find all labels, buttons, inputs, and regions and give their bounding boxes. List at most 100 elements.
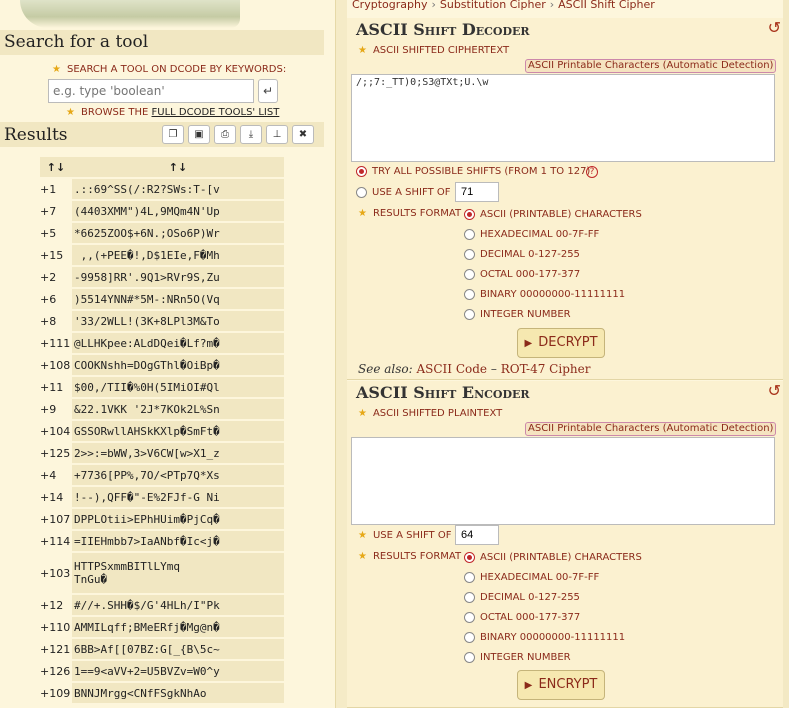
encoder-format-label: BINARY 00000000-11111111 xyxy=(480,632,626,643)
decoded-text-cell: AMMILqff;BMeERfj�Mg@n� xyxy=(72,617,284,637)
print-button[interactable]: ⎙ xyxy=(214,125,236,144)
try-all-radio[interactable] xyxy=(356,166,367,177)
decoder-title: ASCII Shift Decoder xyxy=(356,20,530,39)
decoded-text-cell: '33/2WLL!(3K+8LPl3M&To xyxy=(72,311,284,331)
decoded-text-cell: 6BB>Af[[07BZ:G[_{B\5c~ xyxy=(72,639,284,659)
table-row: +7 (4403XMM")4L,9MQm4N'Up xyxy=(40,201,284,221)
encoder-format-radio[interactable] xyxy=(464,612,475,623)
decoder-format-radio[interactable] xyxy=(464,309,475,320)
decoder-format-radio[interactable] xyxy=(464,269,475,280)
shift-cell: +5 xyxy=(40,226,57,240)
close-button[interactable]: ✖ xyxy=(292,125,314,144)
auto-detect-badge: ASCII Printable Characters (Automatic De… xyxy=(525,422,777,436)
plaintext-input[interactable] xyxy=(351,437,775,525)
decoded-text-cell: =IIEHmbb7>IaANbf�Ic<j� xyxy=(72,531,284,551)
decoder-format-radio[interactable] xyxy=(464,229,475,240)
search-heading: Search for a tool xyxy=(0,30,324,55)
use-shift-label: USE A SHIFT OF xyxy=(372,187,451,198)
decoded-text-cell: BNNJMrgg<CNfFSgkNhAo xyxy=(72,683,284,703)
encoder-format-label: INTEGER NUMBER xyxy=(480,652,571,663)
encoder-format-radio[interactable] xyxy=(464,552,475,563)
table-row: +108 COOKNshh=DOgGThl�OiBp� xyxy=(40,355,284,375)
encrypt-button[interactable]: ▶ ENCRYPT xyxy=(517,670,605,700)
pin-button[interactable]: ⊥ xyxy=(266,125,288,144)
shift-cell: +4 xyxy=(40,468,57,482)
table-row: +126 1==9<aVV+2=U5BVZv=W0^y xyxy=(40,661,284,681)
decoder-shift-input[interactable] xyxy=(455,182,499,202)
ascii-code-link[interactable]: ASCII Code xyxy=(416,362,487,376)
disk-icon: ▣ xyxy=(194,129,204,140)
help-icon[interactable]: ? xyxy=(586,166,598,178)
encoder-format-radio[interactable] xyxy=(464,632,475,643)
decoded-text-cell: GSSORwllAHSkKXlp�SmFt� xyxy=(72,421,284,441)
shift-cell: +14 xyxy=(40,490,64,504)
shift-cell: +125 xyxy=(40,446,71,460)
star-icon: ★ xyxy=(358,45,367,56)
decoded-text-cell: DPPLOtii>EPhHUim�PjCq� xyxy=(72,509,284,529)
shift-cell: +114 xyxy=(40,534,71,548)
sort-text-header[interactable]: ↑↓ xyxy=(72,157,284,177)
table-row: +9 &22.1VKK '2J*7KOk2L%Sn xyxy=(40,399,284,419)
shift-cell: +7 xyxy=(40,204,57,218)
table-row: +5 *6625ZOO$+6N.;OSo6P)Wr xyxy=(40,223,284,243)
table-row: +125 2>>:=bWW,3>V6CW[w>X1_z xyxy=(40,443,284,463)
use-shift-radio[interactable] xyxy=(356,187,367,198)
reset-icon[interactable]: ↺ xyxy=(768,381,781,400)
right-scroll-strip[interactable] xyxy=(783,0,789,708)
full-tools-list-link[interactable]: FULL DCODE TOOLS' LIST xyxy=(152,107,280,118)
table-row: +104 GSSORwllAHSkKXlp�SmFt� xyxy=(40,421,284,441)
decoder-format-label: BINARY 00000000-11111111 xyxy=(480,289,626,300)
search-button[interactable]: ↵ xyxy=(258,79,278,103)
plaintext-label: ★ ASCII SHIFTED PLAINTEXT xyxy=(358,408,503,419)
shift-cell: +108 xyxy=(40,358,71,372)
decoder-format-radio[interactable] xyxy=(464,289,475,300)
play-icon: ▶ xyxy=(524,338,533,349)
encoder-format-radio[interactable] xyxy=(464,572,475,583)
copy-icon: ❐ xyxy=(168,129,178,140)
shift-cell: +121 xyxy=(40,642,71,656)
decoded-text-cell: $00,/TII�%0H(5IMiOI#Ql xyxy=(72,377,284,397)
decoder-format-radio[interactable] xyxy=(464,249,475,260)
encoder-format-radio[interactable] xyxy=(464,592,475,603)
encoder-format-label: OCTAL 000-177-377 xyxy=(480,612,581,623)
copy-button[interactable]: ❐ xyxy=(162,125,184,144)
decrypt-button[interactable]: ▶ DECRYPT xyxy=(517,328,605,358)
breadcrumb-substitution[interactable]: Substitution Cipher xyxy=(440,0,546,11)
decoded-text-cell: .::69^SS(/:R2?SWs:T-[v xyxy=(72,179,284,199)
shift-cell: +110 xyxy=(40,620,71,634)
table-row: +114 =IIEHmbb7>IaANbf�Ic<j� xyxy=(40,531,284,551)
ciphertext-input[interactable]: /;;7:_TT)0;S3@TXt;U.\w xyxy=(351,74,775,162)
ciphertext-label: ★ ASCII SHIFTED CIPHERTEXT xyxy=(358,45,510,56)
star-icon: ★ xyxy=(358,408,367,419)
shift-cell: +126 xyxy=(40,664,71,678)
breadcrumb-ascii-shift[interactable]: ASCII Shift Cipher xyxy=(558,0,655,11)
enter-icon: ↵ xyxy=(262,84,274,98)
encoder-use-shift-label: ★ USE A SHIFT OF xyxy=(358,530,452,541)
pin-icon: ⊥ xyxy=(272,129,282,140)
encoder-format-label: DECIMAL 0-127-255 xyxy=(480,592,580,603)
decoded-text-cell: )5514YNN#*5M-:NRn5O(Vq xyxy=(72,289,284,309)
star-icon: ★ xyxy=(358,530,367,541)
decoded-text-cell: #//+.SHH�$/G'4HLh/I"Pk xyxy=(72,595,284,615)
decoder-format-label: HEXADECIMAL 00-7F-FF xyxy=(480,229,600,240)
sort-shift-header[interactable]: ↑↓ xyxy=(40,157,72,177)
save-button[interactable]: ▣ xyxy=(188,125,210,144)
star-icon: ★ xyxy=(66,107,75,118)
encoder-format-radio[interactable] xyxy=(464,652,475,663)
encoder-shift-input[interactable] xyxy=(455,525,499,545)
shift-cell: +2 xyxy=(40,270,57,284)
decoded-text-cell: HTTPSxmmBITlLYmq TnGu� xyxy=(72,553,284,593)
reset-icon[interactable]: ↺ xyxy=(768,18,781,37)
decoder-format-radio[interactable] xyxy=(464,209,475,220)
shift-cell: +15 xyxy=(40,248,64,262)
search-input[interactable] xyxy=(48,79,254,103)
rot47-link[interactable]: ROT-47 Cipher xyxy=(501,362,591,376)
table-row: +8 '33/2WLL!(3K+8LPl3M&To xyxy=(40,311,284,331)
breadcrumb-cryptography[interactable]: Cryptography xyxy=(352,0,427,11)
shift-cell: +8 xyxy=(40,314,57,328)
auto-detect-badge: ASCII Printable Characters (Automatic De… xyxy=(525,59,777,73)
shift-cell: +111 xyxy=(40,336,71,350)
panel-divider[interactable] xyxy=(335,0,347,708)
download-button[interactable]: ⤓ xyxy=(240,125,262,144)
decoded-text-cell: !--),QFF�"-E%2FJf-G Ni xyxy=(72,487,284,507)
